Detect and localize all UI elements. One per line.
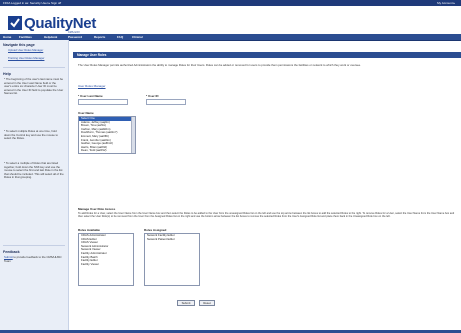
site-header: QualityNet CMS.GOV xyxy=(0,6,461,34)
brand-name[interactable]: QualityNet xyxy=(24,15,96,32)
my-account-link[interactable]: My Account ▸ xyxy=(437,1,455,5)
submit-button[interactable]: Submit xyxy=(177,300,195,306)
nav-facilities[interactable]: Facilities xyxy=(19,35,32,39)
nav-clinical[interactable]: Clinical xyxy=(132,35,143,39)
help-text-multi: * To select multiple Roles at one time, … xyxy=(4,129,58,141)
nav-password[interactable]: Password xyxy=(68,35,82,39)
checkmark-logo-icon xyxy=(8,16,22,30)
page-title-bar: Manage User Roles xyxy=(73,52,461,58)
feedback-text: Submit to provide feedback to the CMS/HH… xyxy=(4,255,64,263)
nav-reports[interactable]: Reports xyxy=(94,35,105,39)
roles-available-label: Roles Available xyxy=(78,228,100,232)
page-title: Manage User Roles xyxy=(77,53,107,57)
role-option[interactable]: Facility Viewer xyxy=(79,262,133,267)
main-content: Manage User Roles The User Roles Manager… xyxy=(69,40,461,333)
user-name-label: User Name xyxy=(78,111,94,115)
page-description: The User Roles Manager permits authorize… xyxy=(78,63,361,67)
roles-assigned-listbox[interactable]: Network Facility Editor Network Patient … xyxy=(144,233,200,286)
help-text-name: * The beginning of the user's last name … xyxy=(4,77,64,96)
user-name-listbox[interactable]: Select One Adams, Jeffrey (aaj0m) Brown,… xyxy=(78,116,136,154)
roles-assigned-label: Roles Assigned xyxy=(144,228,167,232)
roles-available-listbox[interactable]: CDAS Administrator CDAS Editor CDAS View… xyxy=(78,233,134,286)
last-name-input[interactable] xyxy=(78,99,128,105)
sidebar-divider xyxy=(3,67,65,68)
last-name-label: * User Last Name xyxy=(78,94,103,98)
listbox-scrollbar[interactable] xyxy=(131,117,135,153)
user-id-label: * User ID xyxy=(146,94,159,98)
sidebar-nav-heading: Navigate this page xyxy=(3,43,35,47)
nav-helpdesk[interactable]: Helpdesk xyxy=(44,35,57,39)
assigned-role-option[interactable]: Network Patient Editor xyxy=(145,237,199,242)
help-heading: Help xyxy=(3,72,11,76)
sidebar-link-upload-roles[interactable]: Upload User Roles Manager xyxy=(8,48,64,52)
sidebar-divider-2 xyxy=(3,245,65,246)
nav-faq[interactable]: FAQ xyxy=(117,35,123,39)
nav-home[interactable]: Home xyxy=(3,35,11,39)
sidebar: Navigate this page Upload User Roles Man… xyxy=(0,40,69,333)
feedback-heading: Feedback xyxy=(3,250,20,254)
user-roles-manager-link[interactable]: User Roles Manager xyxy=(78,84,106,88)
reset-button[interactable]: Reset xyxy=(199,300,215,306)
session-info[interactable]: FFFA Logged in as: Security User ▸ Sign … xyxy=(3,1,61,5)
user-option[interactable]: Dean, Todd (aa0f12) xyxy=(79,149,135,153)
feedback-desc: to provide feedback to the CMS/HHSN Team xyxy=(4,255,62,263)
help-text-shift: * To select a multiple of Roles that are… xyxy=(4,161,64,180)
manage-access-heading: Manage User Role Access xyxy=(78,207,116,211)
manage-instructions: To add Roles for a User, select the User… xyxy=(78,212,455,219)
sidebar-link-training-roles[interactable]: Training User Roles Manager xyxy=(8,56,64,60)
user-id-input[interactable] xyxy=(146,99,186,105)
